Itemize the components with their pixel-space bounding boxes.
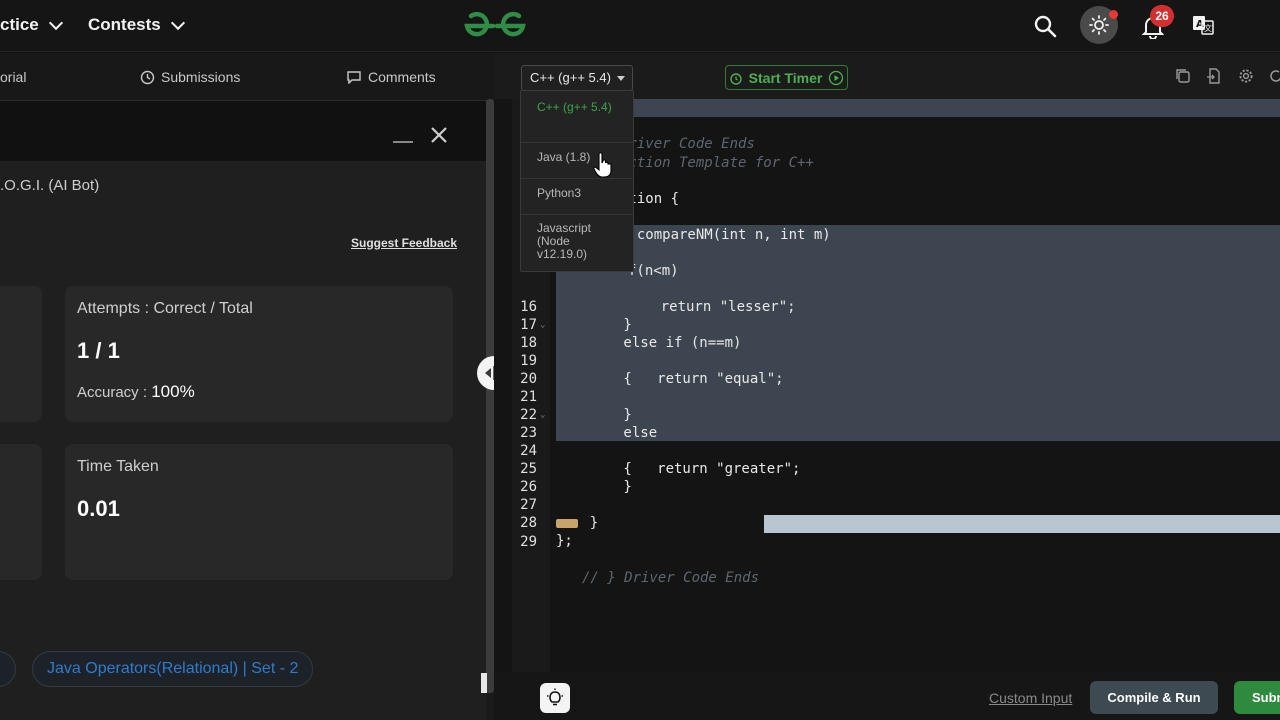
play-icon [829, 70, 844, 85]
accuracy-row: Accuracy : 100% [77, 382, 195, 402]
submit-button[interactable]: Submit [1234, 681, 1280, 714]
scrollbar-end [481, 673, 487, 693]
nav-contests-menu[interactable]: Contests [88, 15, 185, 35]
close-icon[interactable] [430, 126, 448, 144]
fold-arrow-icon[interactable]: ⌄ [540, 316, 545, 334]
clock-icon [140, 70, 155, 84]
language-option-python3[interactable]: Python3 [521, 187, 633, 215]
code-line: 17 else if (n==m) [494, 298, 1280, 351]
lightbulb-icon [547, 688, 563, 706]
time-taken-title: Time Taken [77, 458, 159, 475]
line-text: // } Driver Code Ends [582, 570, 760, 586]
chevron-down-icon [48, 15, 63, 30]
start-timer-button[interactable]: Start Timer [725, 65, 848, 90]
hint-button[interactable] [540, 683, 570, 713]
translate-icon[interactable]: A文 [1192, 14, 1214, 36]
code-line: 25 } [494, 442, 1280, 495]
sun-icon [1089, 15, 1109, 35]
code-line: 22 else [494, 388, 1280, 441]
tab-label: Submissions [161, 69, 241, 85]
refresh-icon[interactable] [1268, 68, 1280, 84]
notification-dot [1109, 10, 1118, 19]
code-line: 28 }; [494, 496, 1280, 549]
tab-submissions[interactable]: Submissions [140, 69, 240, 85]
tab-label: orial [0, 69, 27, 85]
stat-card-partial [0, 444, 42, 580]
code-line: 18 ⌄ { [494, 316, 1280, 387]
scrollbar-thumb[interactable] [486, 99, 494, 693]
tab-editorial[interactable]: orial [0, 69, 26, 85]
fold-arrow-icon[interactable]: ⌄ [540, 406, 545, 424]
comment-icon [347, 71, 361, 84]
code-line: 16 } [494, 280, 1280, 333]
settings-icon[interactable] [1238, 68, 1254, 84]
topic-tag[interactable]: Java Operators(Relational) | Set - 2 [32, 651, 314, 687]
problem-tabs: orial Submissions Comments [0, 53, 494, 101]
chevron-down-icon [617, 76, 625, 81]
start-timer-label: Start Timer [748, 69, 823, 86]
gfg-logo[interactable] [459, 8, 531, 44]
code-line: 27 } [494, 478, 1280, 531]
language-option-javascript[interactable]: Javascript (Node v12.19.0) [521, 222, 633, 264]
compile-run-button[interactable]: Compile & Run [1090, 681, 1218, 714]
copy-icon[interactable] [1175, 68, 1191, 84]
nav-contests-label: Contests [88, 15, 161, 34]
chevron-down-icon [170, 15, 185, 30]
code-line: 19 return "equal"; [494, 334, 1280, 387]
alarm-icon [729, 72, 742, 85]
time-taken-card: Time Taken 0.01 [65, 444, 453, 580]
nav-practice-label: ctice [0, 15, 39, 34]
language-option-cpp[interactable]: C++ (g++ 5.4) [521, 101, 633, 143]
ai-bot-title: .O.G.I. (AI Bot) [0, 177, 100, 194]
language-select[interactable]: C++ (g++ 5.4) [521, 65, 633, 91]
code-line: 20 [494, 352, 1280, 387]
import-file-icon[interactable] [1206, 68, 1222, 84]
top-navbar: ctice Contests 26 A文 [0, 0, 1280, 52]
hand-cursor-icon [593, 152, 612, 178]
problem-panel: orial Submissions Comments .O.G.I. (AI B… [0, 53, 494, 720]
attempts-card: Attempts : Correct / Total 1 / 1 Accurac… [65, 286, 453, 422]
line-text: Driver Code Ends [620, 136, 755, 152]
code-line: 26 [494, 460, 1280, 495]
editor-bottom-bar: Custom Input Compile & Run Submit [494, 672, 1280, 720]
time-taken-value: 0.01 [77, 496, 120, 521]
minimize-icon[interactable] [393, 141, 413, 143]
svg-text:文: 文 [1204, 23, 1212, 33]
custom-input-link[interactable]: Custom Input [989, 690, 1072, 706]
accuracy-value: 100% [151, 382, 195, 401]
ai-bot-header [0, 101, 486, 161]
code-line: 24 return "greater"; [494, 424, 1280, 477]
attempts-value: 1 / 1 [77, 338, 120, 363]
language-option-java[interactable]: Java (1.8) [521, 151, 633, 179]
language-dropdown-menu: C++ (g++ 5.4) Java (1.8) Python3 Javascr… [520, 90, 634, 272]
code-line: 21 } [494, 370, 1280, 423]
accuracy-label: Accuracy : [77, 384, 148, 401]
notification-count-badge: 26 [1150, 5, 1174, 27]
search-icon[interactable] [1032, 13, 1058, 39]
line-text: }; [556, 533, 573, 549]
tab-label: Comments [368, 69, 436, 85]
attempts-title: Attempts : Correct / Total [77, 300, 253, 317]
nav-practice-menu[interactable]: ctice [0, 15, 63, 35]
code-line: 29 // } Driver Code Ends [494, 515, 1280, 586]
collapsed-fold-marker[interactable] [556, 519, 578, 528]
code-line: 23 ⌄ { [494, 406, 1280, 477]
tab-comments[interactable]: Comments [346, 69, 436, 85]
language-select-value: C++ (g++ 5.4) [530, 70, 611, 85]
stat-card-partial [0, 286, 42, 422]
suggest-feedback-link[interactable]: Suggest Feedback [351, 236, 457, 250]
line-number: 29 [520, 534, 537, 550]
